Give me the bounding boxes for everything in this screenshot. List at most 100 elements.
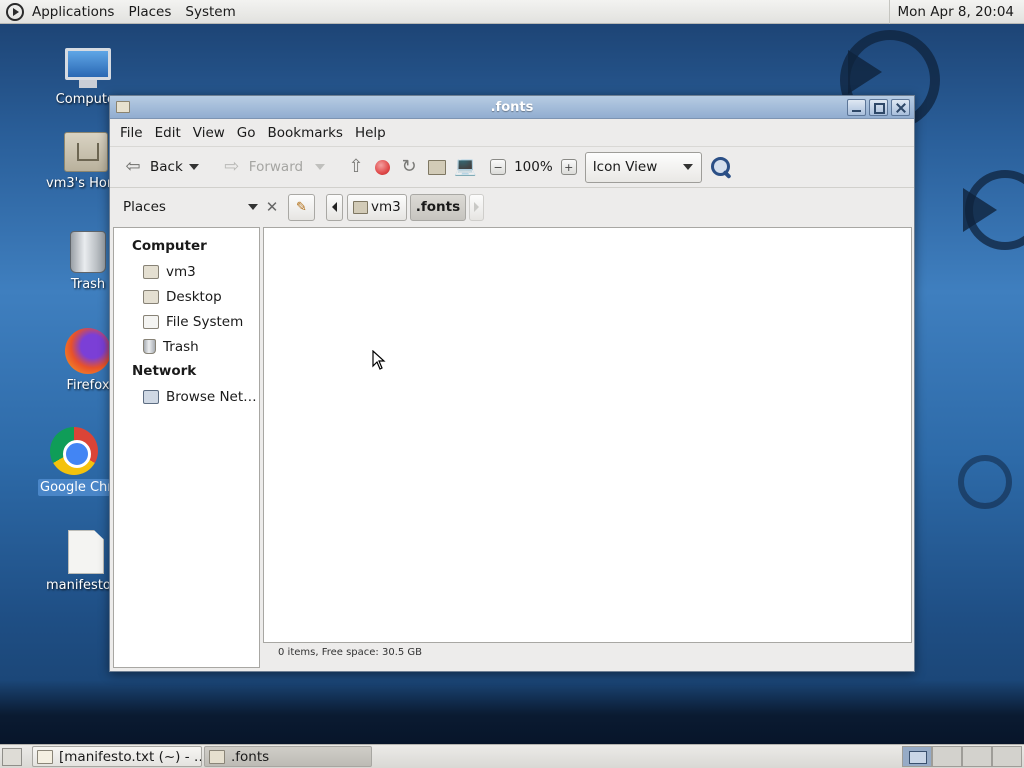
stop-icon — [375, 159, 391, 175]
sidebar-selector-value: Places — [123, 199, 166, 215]
zoom-in-button[interactable]: + — [560, 159, 577, 175]
sidebar-item-label: Desktop — [166, 288, 222, 305]
sidebar-item-label: Trash — [163, 338, 199, 355]
search-icon[interactable] — [710, 156, 732, 178]
network-icon — [143, 389, 159, 404]
menu-edit[interactable]: Edit — [149, 125, 187, 141]
workspace-4[interactable] — [992, 746, 1022, 767]
sidebar-item-desktop[interactable]: Desktop — [114, 284, 259, 309]
text-file-icon — [68, 530, 104, 574]
show-desktop-button[interactable] — [2, 747, 22, 766]
sidebar-item-file-system[interactable]: File System — [114, 309, 259, 334]
home-button[interactable] — [424, 151, 450, 183]
workspace-3[interactable] — [962, 746, 992, 767]
task-label: [manifesto.txt (~) - … — [59, 748, 202, 765]
chevron-down-icon — [248, 204, 258, 210]
close-sidebar-icon[interactable]: ✕ — [262, 198, 282, 216]
task-manifesto[interactable]: [manifesto.txt (~) - … — [32, 746, 202, 767]
breadcrumb-scroll-left-button[interactable] — [326, 193, 343, 221]
menu-view[interactable]: View — [187, 125, 231, 141]
toolbar: ⇦ Back ⇨ Forward ⇧ ↻ 💻 − 100% + Icon Vie… — [110, 146, 914, 188]
breadcrumb-label: .fonts — [415, 199, 461, 215]
wallpaper-grass — [0, 680, 1024, 744]
zoom-level[interactable]: 100% — [514, 159, 553, 175]
wallpaper-play-shape — [848, 50, 882, 94]
location-bar: Places ✕ ✎ vm3 .fonts — [110, 188, 914, 226]
minimize-button[interactable] — [847, 98, 866, 116]
view-mode-select[interactable]: Icon View — [584, 151, 702, 183]
workspace-switcher — [902, 746, 1022, 767]
breadcrumb-vm3[interactable]: vm3 — [347, 193, 407, 221]
breadcrumb-label: vm3 — [371, 199, 401, 215]
breadcrumb-scroll-right-button[interactable] — [469, 193, 485, 221]
home-icon — [428, 159, 447, 175]
forward-history-dropdown[interactable] — [315, 164, 326, 170]
stop-button[interactable] — [371, 151, 394, 183]
sidebar-selector[interactable]: Places — [114, 193, 262, 221]
folder-icon — [209, 749, 225, 764]
close-button[interactable] — [891, 98, 910, 116]
top-panel: Applications Places System Mon Apr 8, 20… — [0, 0, 1024, 24]
menu-file[interactable]: File — [114, 125, 149, 141]
sidebar-heading-network: Network — [132, 363, 197, 379]
status-bar: 0 items, Free space: 30.5 GB — [278, 647, 423, 658]
computer-button[interactable]: 💻 — [450, 151, 480, 183]
sidebar-heading-computer: Computer — [132, 238, 207, 254]
home-folder-icon — [143, 264, 159, 279]
toggle-location-entry-button[interactable]: ✎ — [288, 193, 315, 221]
home-icon — [353, 200, 368, 214]
up-arrow-icon: ⇧ — [348, 156, 364, 177]
forward-button[interactable]: ⇨ Forward — [217, 151, 307, 183]
breadcrumb-fonts[interactable]: .fonts — [409, 193, 467, 221]
computer-icon — [65, 48, 111, 88]
workspace-2[interactable] — [932, 746, 962, 767]
applications-menu[interactable]: Applications — [32, 4, 114, 20]
chrome-icon — [50, 427, 98, 475]
bottom-panel: [manifesto.txt (~) - … .fonts — [0, 744, 1024, 768]
back-arrow-icon: ⇦ — [125, 156, 141, 177]
menu-go[interactable]: Go — [231, 125, 262, 141]
firefox-icon — [65, 328, 111, 374]
trash-icon — [143, 339, 156, 354]
computer-icon: 💻 — [454, 156, 477, 177]
back-button[interactable]: ⇦ Back — [118, 151, 187, 183]
sidebar-item-label: File System — [166, 313, 244, 330]
places-sidebar: Computer vm3 Desktop File System Trash N… — [113, 227, 260, 668]
system-menu[interactable]: System — [185, 4, 235, 20]
sidebar-item-vm3[interactable]: vm3 — [114, 259, 259, 284]
sidebar-item-label: Browse Net… — [166, 388, 257, 405]
wallpaper-play-shape — [963, 188, 997, 232]
drive-icon — [143, 314, 159, 329]
up-button[interactable]: ⇧ — [341, 151, 371, 183]
window-titlebar[interactable]: .fonts — [110, 96, 914, 119]
reload-icon: ↻ — [401, 156, 417, 177]
content-area: Computer vm3 Desktop File System Trash N… — [110, 227, 914, 668]
text-editor-icon — [37, 749, 53, 764]
back-history-dropdown[interactable] — [188, 164, 199, 170]
reload-button[interactable]: ↻ — [394, 151, 424, 183]
distro-logo-icon[interactable] — [6, 2, 24, 21]
file-manager-window: .fonts File Edit View Go Bookmarks Help … — [109, 95, 915, 672]
home-folder-icon — [64, 132, 108, 172]
window-title: .fonts — [490, 99, 534, 115]
menubar: File Edit View Go Bookmarks Help — [110, 119, 914, 146]
menu-help[interactable]: Help — [349, 125, 392, 141]
clock[interactable]: Mon Apr 8, 20:04 — [888, 0, 1024, 24]
sidebar-item-browse-network[interactable]: Browse Net… — [114, 384, 259, 409]
trash-icon — [70, 231, 106, 273]
chevron-down-icon — [682, 164, 693, 170]
forward-label: Forward — [248, 159, 304, 175]
task-label: .fonts — [231, 748, 270, 765]
zoom-out-button[interactable]: − — [490, 159, 507, 175]
file-icon-view[interactable] — [263, 227, 912, 643]
workspace-1[interactable] — [902, 746, 932, 767]
desktop-icon-chrome[interactable]: Google Chrome — [38, 427, 110, 496]
sidebar-item-trash[interactable]: Trash — [114, 334, 259, 359]
places-menu[interactable]: Places — [128, 4, 171, 20]
maximize-button[interactable] — [869, 98, 888, 116]
menu-bookmarks[interactable]: Bookmarks — [262, 125, 349, 141]
forward-arrow-icon: ⇨ — [224, 156, 240, 177]
folder-icon — [116, 101, 130, 113]
wallpaper-ring — [958, 455, 1012, 509]
task-fonts[interactable]: .fonts — [204, 746, 372, 767]
